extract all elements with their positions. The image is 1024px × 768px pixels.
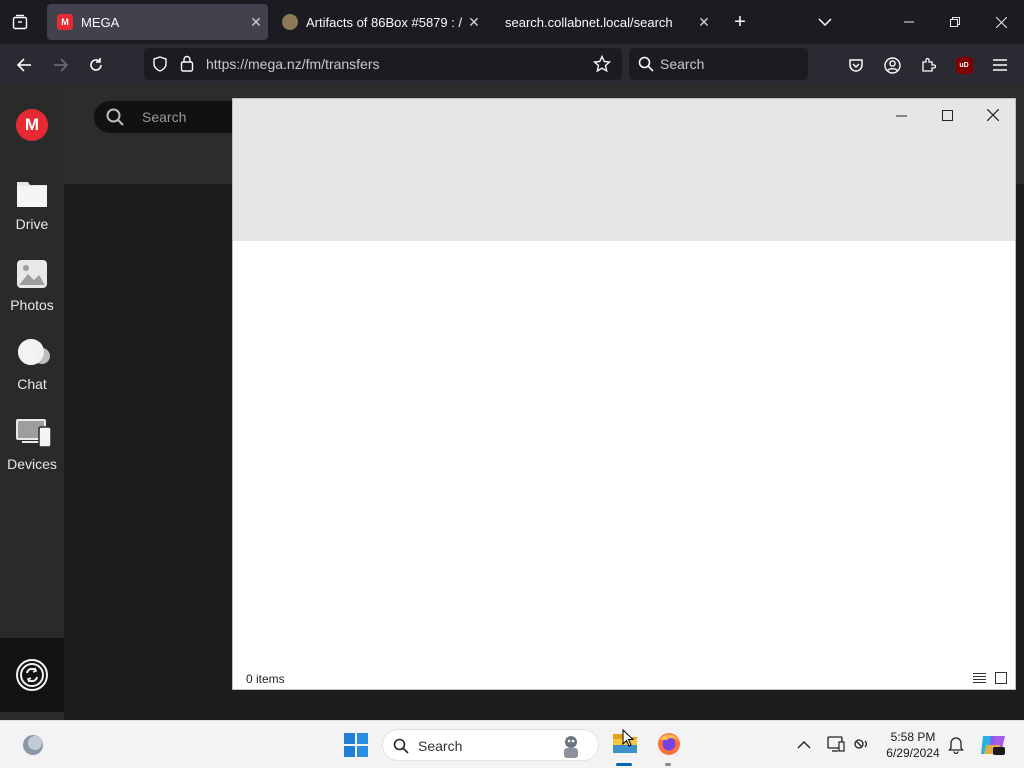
- forward-icon[interactable]: [48, 52, 74, 78]
- pocket-icon[interactable]: [843, 52, 869, 78]
- minimize-window-icon[interactable]: [886, 0, 932, 44]
- mega-search-input[interactable]: Search: [94, 101, 254, 133]
- transfer-manager-area: [0, 638, 64, 712]
- mega-logo[interactable]: M: [16, 109, 48, 141]
- account-icon[interactable]: [879, 52, 905, 78]
- sidebar-item-photos[interactable]: Photos: [0, 259, 64, 329]
- sidebar-item-chat[interactable]: Chat: [0, 338, 64, 408]
- windows-taskbar: Search 5:58 PM 6/29/2024: [0, 720, 1024, 768]
- navigation-toolbar: https://mega.nz/fm/transfers Search uD: [0, 44, 1024, 85]
- mouse-cursor-icon: [622, 728, 635, 752]
- search-icon: [638, 56, 654, 77]
- show-hidden-icons-chevron-up-icon[interactable]: [797, 737, 811, 755]
- search-icon: [106, 108, 124, 131]
- maximize-window-icon[interactable]: [925, 101, 969, 129]
- web-search-field[interactable]: Search: [629, 48, 808, 80]
- sidebar-item-label: Devices: [7, 456, 57, 472]
- active-app-indicator: [616, 763, 632, 766]
- back-icon[interactable]: [11, 52, 37, 78]
- minimize-window-icon[interactable]: [879, 101, 923, 129]
- clock-time: 5:58 PM: [890, 730, 936, 744]
- hamburger-menu-icon[interactable]: [987, 52, 1013, 78]
- search-icon: [393, 738, 409, 759]
- mega-favicon-icon: M: [57, 14, 73, 30]
- weather-widget-icon[interactable]: [21, 733, 45, 762]
- copilot-icon[interactable]: [980, 732, 1006, 763]
- address-bar[interactable]: https://mega.nz/fm/transfers: [144, 48, 622, 80]
- new-tab-icon[interactable]: +: [728, 10, 752, 34]
- notification-bell-icon[interactable]: [948, 736, 964, 759]
- close-tab-icon[interactable]: ✕: [244, 14, 268, 31]
- transfers-icon[interactable]: [16, 659, 48, 696]
- reload-icon[interactable]: [83, 52, 109, 78]
- sidebar-item-label: Drive: [15, 216, 49, 232]
- start-windows-icon[interactable]: [344, 733, 368, 762]
- firefox-icon[interactable]: [656, 731, 682, 762]
- tab-collabnet-search[interactable]: search.collabnet.local/search ✕: [490, 4, 716, 40]
- ublock-origin-icon[interactable]: uD: [951, 52, 977, 78]
- url-text[interactable]: https://mega.nz/fm/transfers: [206, 56, 380, 72]
- taskbar-search-placeholder: Search: [418, 738, 463, 754]
- tab-title: search.collabnet.local/search: [505, 14, 673, 30]
- tab-title: MEGA: [81, 14, 120, 30]
- dialog-header: [233, 99, 1015, 241]
- close-window-icon[interactable]: [971, 101, 1015, 129]
- tab-mega[interactable]: M MEGA ✕: [47, 4, 268, 40]
- extensions-puzzle-icon[interactable]: [915, 52, 941, 78]
- close-tab-icon[interactable]: ✕: [462, 14, 486, 31]
- clock-date: 6/29/2024: [886, 746, 940, 760]
- taskbar-search-box[interactable]: Search: [382, 729, 599, 761]
- network-volume-tray-icon[interactable]: [853, 735, 871, 758]
- tab-title: Artifacts of 86Box #5879 : /Old ...: [306, 14, 462, 30]
- sidebar-item-label: Chat: [17, 376, 47, 392]
- devices-icon: [16, 418, 52, 450]
- site-favicon-icon: [282, 14, 298, 30]
- mega-search-placeholder: Search: [142, 109, 187, 125]
- sidebar-item-devices[interactable]: Devices: [0, 418, 64, 488]
- display-tray-icon[interactable]: [827, 735, 845, 758]
- folder-icon: [16, 178, 48, 210]
- tab-overview-icon[interactable]: [8, 10, 32, 34]
- running-app-indicator: [665, 763, 671, 766]
- tab-strip: M MEGA ✕ Artifacts of 86Box #5879 : /Old…: [0, 0, 1024, 44]
- list-all-tabs-icon[interactable]: [812, 10, 838, 34]
- tab-artifacts[interactable]: Artifacts of 86Box #5879 : /Old ... ✕: [272, 4, 486, 40]
- close-tab-icon[interactable]: ✕: [692, 14, 716, 31]
- sidebar-item-drive[interactable]: Drive: [0, 178, 64, 248]
- close-window-icon[interactable]: [978, 0, 1024, 44]
- restore-window-icon[interactable]: [932, 0, 978, 44]
- web-search-placeholder: Search: [660, 56, 705, 72]
- tracking-protection-shield-icon[interactable]: [152, 56, 168, 77]
- photo-icon: [16, 259, 48, 291]
- sidebar-item-label: Photos: [10, 297, 54, 313]
- mega-sidebar: M Drive Photos Chat Devices: [0, 85, 64, 720]
- ublock-badge: uD: [955, 56, 973, 74]
- file-dialog-window: 0 items: [232, 98, 1016, 690]
- item-count-status: 0 items: [246, 672, 285, 686]
- details-view-icon[interactable]: [973, 671, 986, 689]
- bookmark-star-icon[interactable]: [592, 54, 612, 78]
- search-highlight-icon: [558, 733, 584, 764]
- lock-icon[interactable]: [180, 55, 194, 77]
- large-icons-view-icon[interactable]: [995, 671, 1007, 689]
- system-clock[interactable]: 5:58 PM 6/29/2024: [878, 729, 948, 761]
- chat-bubble-icon: [16, 338, 50, 370]
